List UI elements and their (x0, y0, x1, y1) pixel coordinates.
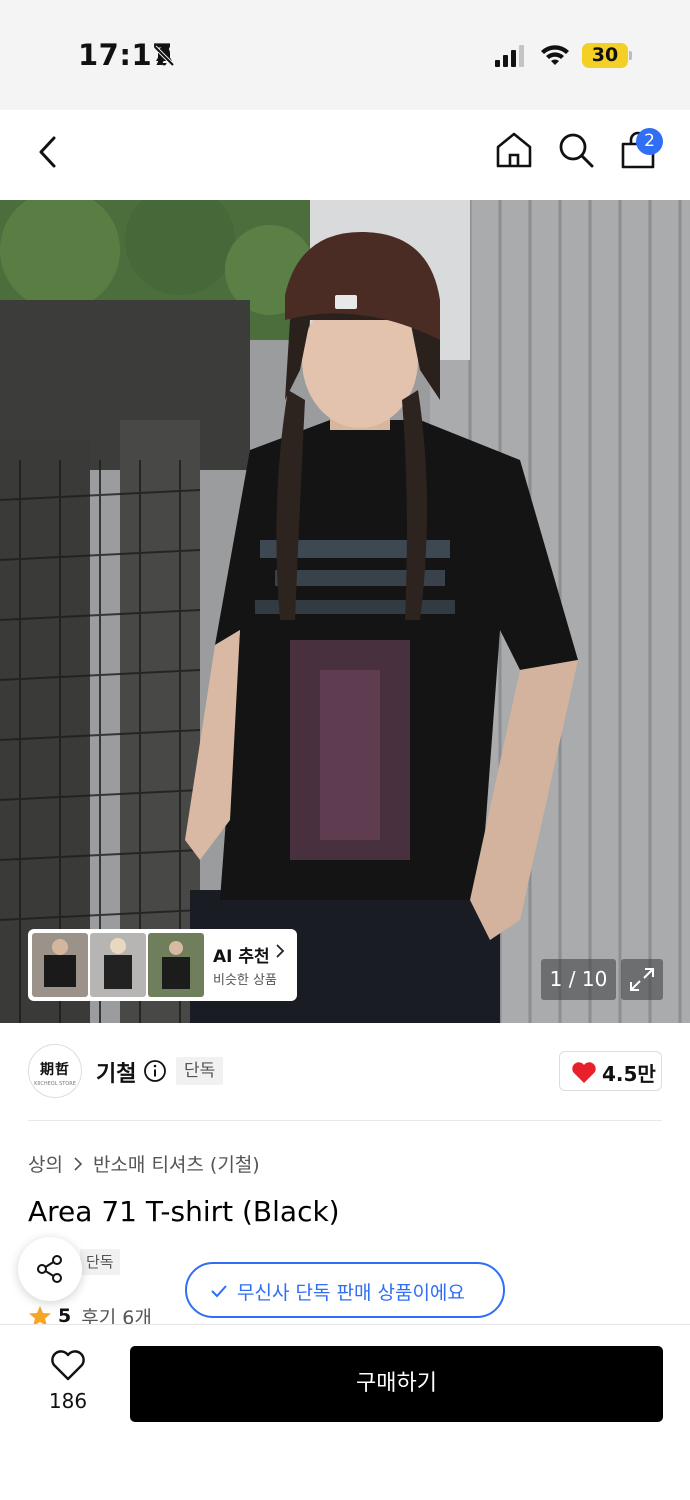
top-nav-bar: 2 (0, 110, 690, 200)
heart-outline-icon[interactable] (50, 1350, 86, 1382)
breadcrumb-item-sub[interactable]: 반소매 티셔츠 (기철) (93, 1150, 260, 1177)
chevron-right-icon (276, 944, 285, 958)
brand-logo-subtext: KIICHEOL STORE (34, 1081, 76, 1087)
ai-thumbnail-1[interactable] (32, 933, 88, 997)
check-icon (211, 1285, 227, 1298)
chevron-right-icon (74, 1156, 83, 1171)
product-photo (0, 200, 690, 1023)
exclusive-tag: 단독 (176, 1057, 224, 1085)
status-bar: 17:17 30 (0, 0, 690, 110)
product-image-carousel[interactable]: AI 추천 비슷한 상품 1 / 10 (0, 200, 690, 1023)
brand-logo[interactable]: 期哲 KIICHEOL STORE (28, 1044, 82, 1098)
wish-count: 186 (48, 1389, 88, 1413)
share-button[interactable] (18, 1237, 82, 1301)
brand-logo-text: 期哲 (40, 1062, 70, 1078)
battery-indicator: 30 (582, 43, 628, 68)
battery-tip (629, 51, 632, 60)
back-icon[interactable] (32, 132, 64, 172)
expand-image-button[interactable] (621, 959, 663, 1000)
info-icon[interactable] (143, 1059, 167, 1083)
search-icon[interactable] (556, 130, 596, 170)
ai-thumbnail-2[interactable] (90, 933, 146, 997)
brand-like-button[interactable]: 4.5만 (559, 1051, 662, 1091)
image-page-indicator: 1 / 10 (541, 959, 616, 1000)
heart-filled-icon (572, 1062, 596, 1083)
ai-recommend-title: AI 추천 (213, 947, 270, 967)
wifi-icon (541, 45, 569, 65)
bottom-action-bar: 186 구매하기 (0, 1324, 690, 1500)
home-icon[interactable] (494, 130, 534, 170)
buy-button[interactable]: 구매하기 (130, 1346, 663, 1422)
cellular-signal-icon (495, 45, 524, 67)
ai-thumbnail-3[interactable] (148, 933, 204, 997)
ai-recommend-subtitle: 비슷한 상품 (213, 973, 277, 988)
brand-like-count: 4.5만 (602, 1062, 656, 1086)
cart-count-badge[interactable]: 2 (636, 128, 663, 155)
expand-icon (630, 968, 654, 991)
product-title: Area 71 T-shirt (Black) (28, 1195, 340, 1228)
category-breadcrumb: 상의 반소매 티셔츠 (기철) (28, 1150, 260, 1177)
toast-text: 무신사 단독 판매 상품이에요 (237, 1282, 465, 1304)
breadcrumb-item-top[interactable]: 상의 (28, 1150, 63, 1177)
exclusive-sale-toast: 무신사 단독 판매 상품이에요 (185, 1262, 505, 1318)
divider (28, 1120, 662, 1121)
product-exclusive-tag: 단독 (80, 1249, 120, 1275)
share-icon (37, 1255, 62, 1283)
ai-recommend-card[interactable]: AI 추천 비슷한 상품 (28, 929, 297, 1001)
bell-muted-icon (153, 45, 175, 67)
brand-name[interactable]: 기철 (96, 1056, 136, 1088)
